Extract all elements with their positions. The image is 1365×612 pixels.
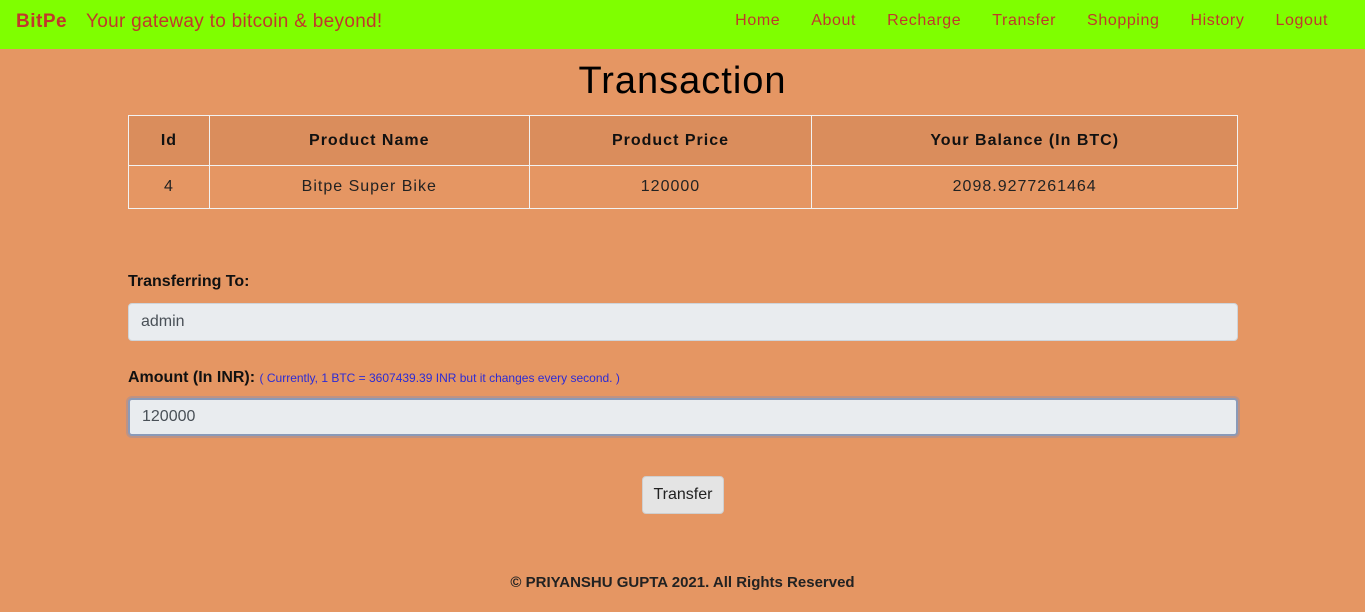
amount-label-text: Amount (In INR): bbox=[128, 369, 256, 386]
exchange-rate-note: ( Currently, 1 BTC = 3607439.39 INR but … bbox=[259, 371, 620, 385]
cell-product-name: Bitpe Super Bike bbox=[208, 165, 530, 209]
footer-copyright: © PRIYANSHU GUPTA 2021. All Rights Reser… bbox=[510, 574, 855, 591]
cell-product-price: 120000 bbox=[528, 165, 813, 209]
transfer-to-label: Transferring To: bbox=[128, 273, 250, 291]
transfer-to-field[interactable] bbox=[128, 303, 1238, 341]
amount-field[interactable] bbox=[128, 398, 1238, 436]
transfer-button[interactable]: Transfer bbox=[642, 476, 724, 514]
column-header-id: Id bbox=[128, 115, 210, 166]
page-title: Transaction bbox=[578, 60, 787, 102]
column-header-balance: Your Balance (In BTC) bbox=[811, 115, 1238, 166]
cell-balance: 2098.9277261464 bbox=[811, 165, 1238, 209]
nav-link-history[interactable]: History bbox=[1190, 12, 1244, 30]
nav-link-shopping[interactable]: Shopping bbox=[1087, 12, 1159, 30]
table-header-row: Id Product Name Product Price Your Balan… bbox=[128, 115, 1238, 166]
transaction-table: Id Product Name Product Price Your Balan… bbox=[128, 115, 1238, 209]
cell-id: 4 bbox=[128, 165, 210, 209]
nav-link-home[interactable]: Home bbox=[735, 12, 780, 30]
nav-link-transfer[interactable]: Transfer bbox=[992, 12, 1056, 30]
top-navbar: BitPe Your gateway to bitcoin & beyond! … bbox=[0, 0, 1365, 49]
transfer-to-label-text: Transferring To: bbox=[128, 273, 250, 290]
amount-label: Amount (In INR): ( Currently, 1 BTC = 36… bbox=[128, 369, 620, 387]
brand-logo[interactable]: BitPe bbox=[16, 11, 67, 33]
nav-link-logout[interactable]: Logout bbox=[1275, 12, 1328, 30]
column-header-product-price: Product Price bbox=[528, 115, 813, 166]
brand-tagline: Your gateway to bitcoin & beyond! bbox=[86, 11, 383, 32]
nav-link-about[interactable]: About bbox=[811, 12, 856, 30]
nav-link-recharge[interactable]: Recharge bbox=[887, 12, 961, 30]
nav-links: Home About Recharge Transfer Shopping Hi… bbox=[704, 12, 1328, 30]
table-row: 4 Bitpe Super Bike 120000 2098.927726146… bbox=[128, 165, 1238, 209]
column-header-product-name: Product Name bbox=[208, 115, 530, 166]
